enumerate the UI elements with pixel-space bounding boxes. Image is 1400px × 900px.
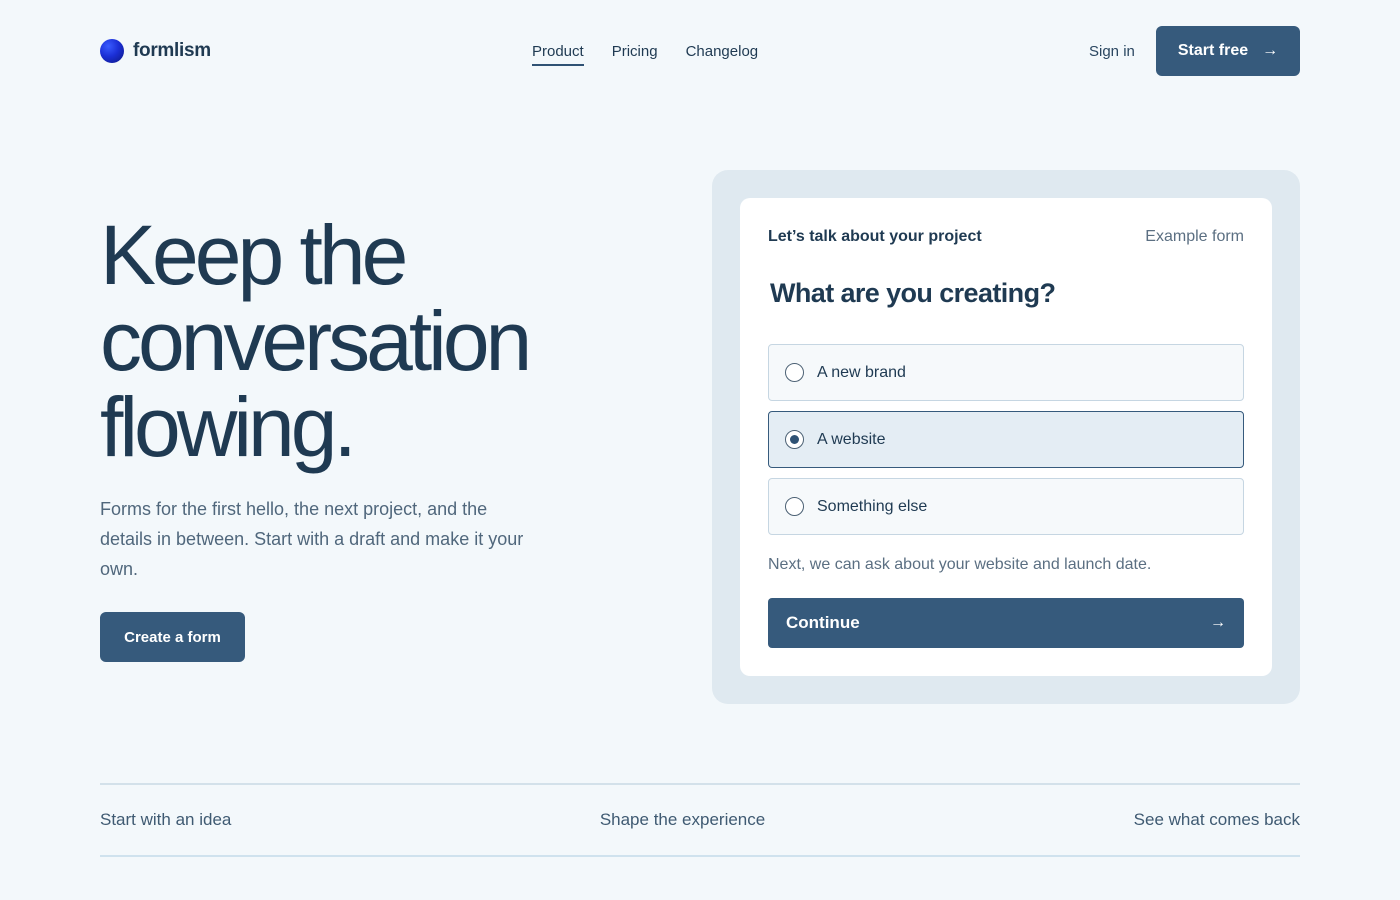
form-hint: Next, we can ask about your website and … <box>768 556 1152 573</box>
option-something-else[interactable]: Something else <box>768 478 1244 535</box>
start-free-label: Start free <box>1177 42 1249 59</box>
arrow-right-icon: → <box>1210 614 1226 631</box>
step-start-idea: Start with an idea <box>100 810 232 829</box>
hero-subtitle: Forms for the first hello, the next proj… <box>100 499 524 579</box>
option-list: A new brand A website Something else <box>768 344 1244 545</box>
steps-strip: Start with an idea Shape the experience … <box>100 783 1300 857</box>
radio-button[interactable] <box>785 363 804 382</box>
nav-item-product[interactable]: Product <box>532 43 584 66</box>
create-form-button[interactable]: Create a form <box>100 612 245 662</box>
hero-title-line: conversation <box>100 294 532 388</box>
start-free-button[interactable]: Start free → <box>1156 26 1300 76</box>
option-label: A new brand <box>817 363 906 381</box>
step-shape-experience: Shape the experience <box>599 810 766 829</box>
site-header: formlism Product Pricing Changelog Sign … <box>100 26 1300 76</box>
example-form-frame: Let’s talk about your project Example fo… <box>712 170 1300 704</box>
hero-title-line: flowing. <box>100 380 357 474</box>
hero-title-line: Keep the <box>100 208 408 302</box>
option-label: Something else <box>817 497 928 515</box>
brand-dot-icon <box>100 39 124 63</box>
sign-in-link[interactable]: Sign in <box>1089 43 1135 60</box>
step-see-results: See what comes back <box>1133 810 1300 829</box>
form-card-header: Let’s talk about your project Example fo… <box>768 228 1244 246</box>
continue-button[interactable]: Continue → <box>768 598 1244 648</box>
form-card-eyebrow: Let’s talk about your project <box>768 228 982 245</box>
arrow-right-icon: → <box>1262 42 1279 59</box>
radio-button-selected[interactable] <box>785 430 804 449</box>
option-new-brand[interactable]: A new brand <box>768 344 1244 401</box>
brand-logo[interactable]: formlism <box>100 39 211 63</box>
brand-name: formlism <box>133 40 211 61</box>
option-website[interactable]: A website <box>768 411 1244 468</box>
nav-item-pricing[interactable]: Pricing <box>612 43 658 66</box>
nav-item-changelog[interactable]: Changelog <box>686 43 759 66</box>
hero-title: Keep the conversation flowing. <box>100 212 620 470</box>
main-nav: Product Pricing Changelog <box>532 43 786 66</box>
form-question: What are you creating? <box>770 278 1056 308</box>
radio-button[interactable] <box>785 497 804 516</box>
option-label: A website <box>817 430 886 448</box>
form-card-tag: Example form <box>1145 228 1244 245</box>
continue-label: Continue <box>786 613 860 632</box>
example-form-card: Let’s talk about your project Example fo… <box>740 198 1272 676</box>
